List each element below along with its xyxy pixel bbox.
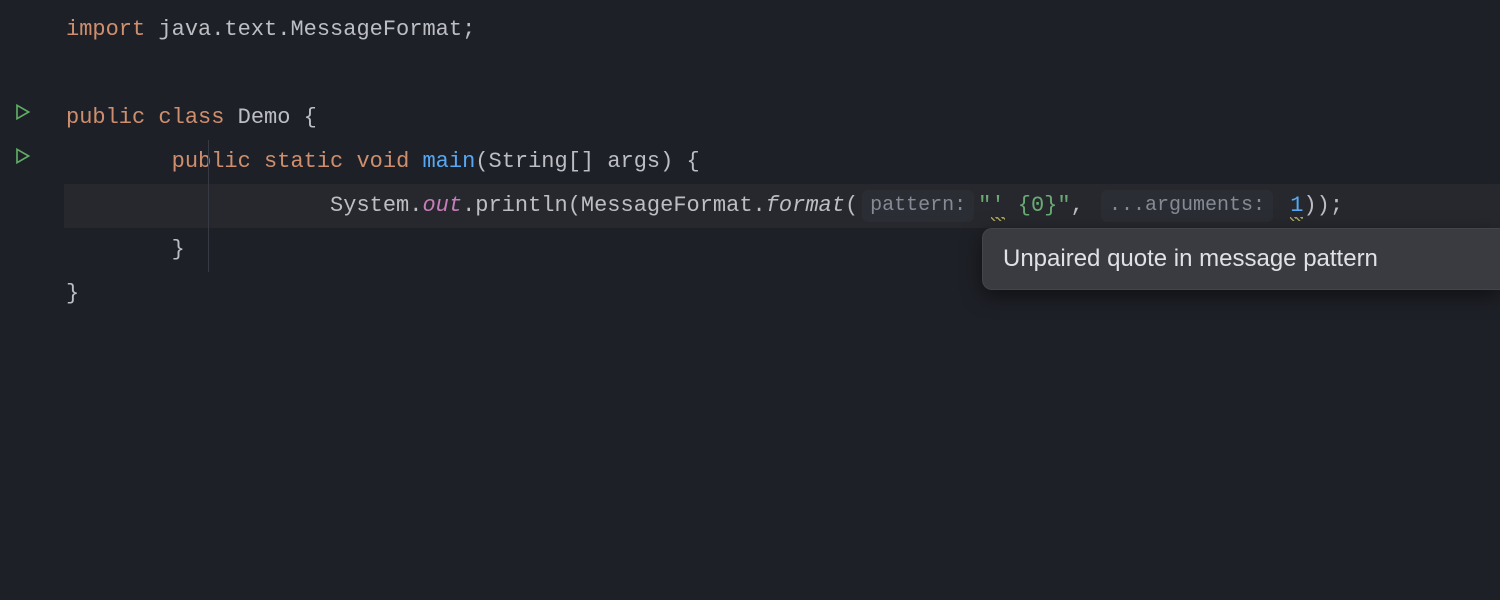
brace-close: }: [66, 281, 79, 306]
keyword-void: void: [356, 149, 409, 174]
keyword-import: import: [66, 17, 145, 42]
method-params: (String[] args) {: [475, 149, 699, 174]
keyword-static: static: [264, 149, 343, 174]
editor-gutter: [0, 0, 64, 600]
field-out: out: [422, 193, 462, 218]
string-unpaired-quote: ': [991, 193, 1004, 218]
tooltip-text: Unpaired quote in message pattern: [1003, 245, 1378, 272]
ref-system: System.: [330, 193, 422, 218]
import-path: java.text.MessageFormat;: [145, 17, 475, 42]
code-area[interactable]: import java.text.MessageFormat; public c…: [64, 0, 1500, 600]
method-main: main: [422, 149, 475, 174]
inspection-tooltip: Unpaired quote in message pattern: [982, 228, 1500, 290]
string-literal-rest: {0}": [1005, 193, 1071, 218]
code-line-blank[interactable]: [64, 52, 1500, 96]
run-class-icon[interactable]: [8, 98, 36, 126]
string-literal-open: ": [978, 193, 991, 218]
parameter-hint-arguments: ...arguments:: [1101, 190, 1273, 222]
indent-guide: [208, 140, 209, 272]
brace-close: }: [172, 237, 185, 262]
code-line[interactable]: import java.text.MessageFormat;: [64, 8, 1500, 52]
code-line[interactable]: public static void main(String[] args) {: [64, 140, 1500, 184]
keyword-class: class: [158, 105, 224, 130]
code-editor[interactable]: import java.text.MessageFormat; public c…: [0, 0, 1500, 600]
class-name: Demo: [238, 105, 291, 130]
call-format: format: [766, 193, 845, 218]
call-println: .println(MessageFormat.: [462, 193, 766, 218]
number-literal: 1: [1290, 193, 1303, 218]
parameter-hint-pattern: pattern:: [862, 190, 974, 222]
code-line[interactable]: public class Demo {: [64, 96, 1500, 140]
run-method-icon[interactable]: [8, 142, 36, 170]
brace-open: {: [290, 105, 316, 130]
keyword-public: public: [172, 149, 251, 174]
code-line-active[interactable]: System.out.println(MessageFormat.format(…: [64, 184, 1500, 228]
keyword-public: public: [66, 105, 145, 130]
